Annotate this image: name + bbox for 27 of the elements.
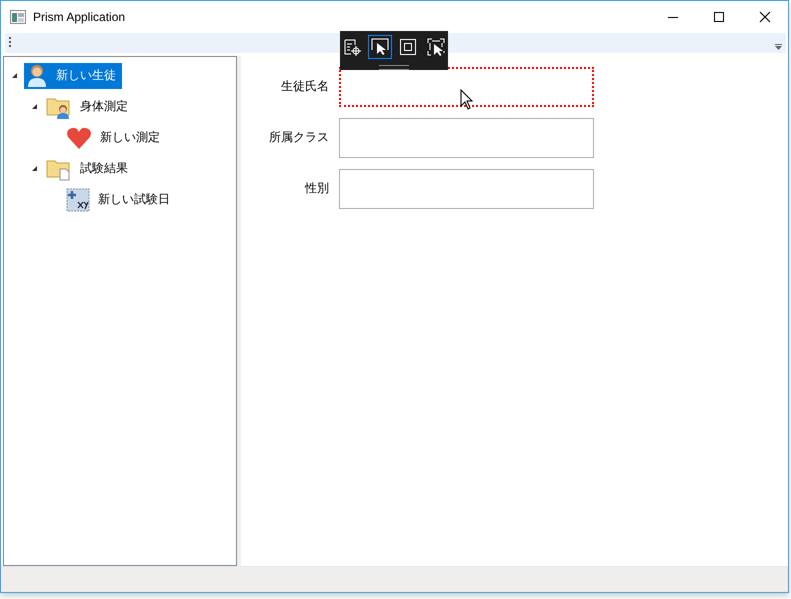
- window-title: Prism Application: [33, 10, 126, 24]
- person-icon: [26, 64, 48, 88]
- heart-icon: [66, 126, 92, 150]
- text-field[interactable]: [339, 118, 594, 158]
- expanded-arrow-icon[interactable]: [30, 165, 38, 172]
- tree-item-label: 試験結果: [80, 160, 128, 177]
- xy-plot-icon: [66, 188, 90, 212]
- tree-item[interactable]: 試験結果: [44, 156, 134, 182]
- expanded-arrow-icon[interactable]: [30, 103, 38, 110]
- field-label: 所属クラス: [268, 129, 330, 146]
- tree-item[interactable]: 身体測定: [44, 94, 134, 120]
- grip-icon[interactable]: [8, 37, 11, 49]
- tree-item-label: 新しい生徒: [56, 67, 116, 84]
- field-label: 性別: [304, 180, 330, 197]
- app-icon: [10, 10, 26, 24]
- expanded-arrow-icon[interactable]: [10, 72, 18, 79]
- tree-item[interactable]: 新しい試験日: [64, 186, 176, 212]
- tree-item-label: 新しい試験日: [98, 191, 170, 208]
- field-label: 生徒氏名: [280, 78, 330, 95]
- overflow-icon[interactable]: [775, 44, 782, 50]
- select-element-icon[interactable]: [368, 35, 392, 59]
- tree-item-label: 新しい測定: [100, 129, 160, 146]
- tree-item[interactable]: 新しい生徒: [24, 62, 122, 88]
- text-field[interactable]: [339, 168, 594, 208]
- tree-item[interactable]: 新しい測定: [64, 124, 166, 150]
- mouse-cursor-icon: [460, 89, 474, 111]
- tree-item-label: 身体測定: [80, 98, 128, 115]
